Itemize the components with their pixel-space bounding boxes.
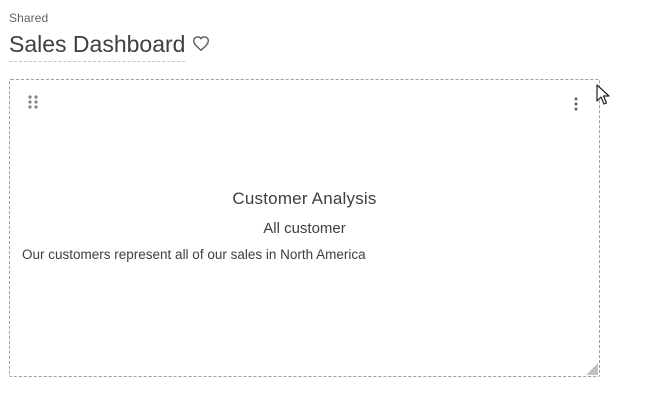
tile-title: Customer Analysis [232, 189, 377, 208]
mouse-cursor-icon [596, 84, 610, 106]
page-title[interactable]: Sales Dashboard [9, 30, 186, 62]
dashboard-page: Shared Sales Dashboard Customer Analysis… [0, 0, 650, 412]
title-row: Sales Dashboard [9, 30, 210, 62]
breadcrumb[interactable]: Shared [9, 11, 48, 25]
tile-subtitle: All customer [263, 220, 346, 237]
more-vert-icon[interactable] [573, 97, 579, 111]
customer-analysis-tile[interactable]: Customer Analysis All customer Our custo… [9, 79, 600, 377]
tile-body-text: Our customers represent all of our sales… [22, 247, 366, 262]
resize-handle-icon[interactable] [585, 362, 599, 376]
heart-icon[interactable] [192, 34, 210, 52]
drag-handle-icon[interactable] [27, 95, 39, 111]
